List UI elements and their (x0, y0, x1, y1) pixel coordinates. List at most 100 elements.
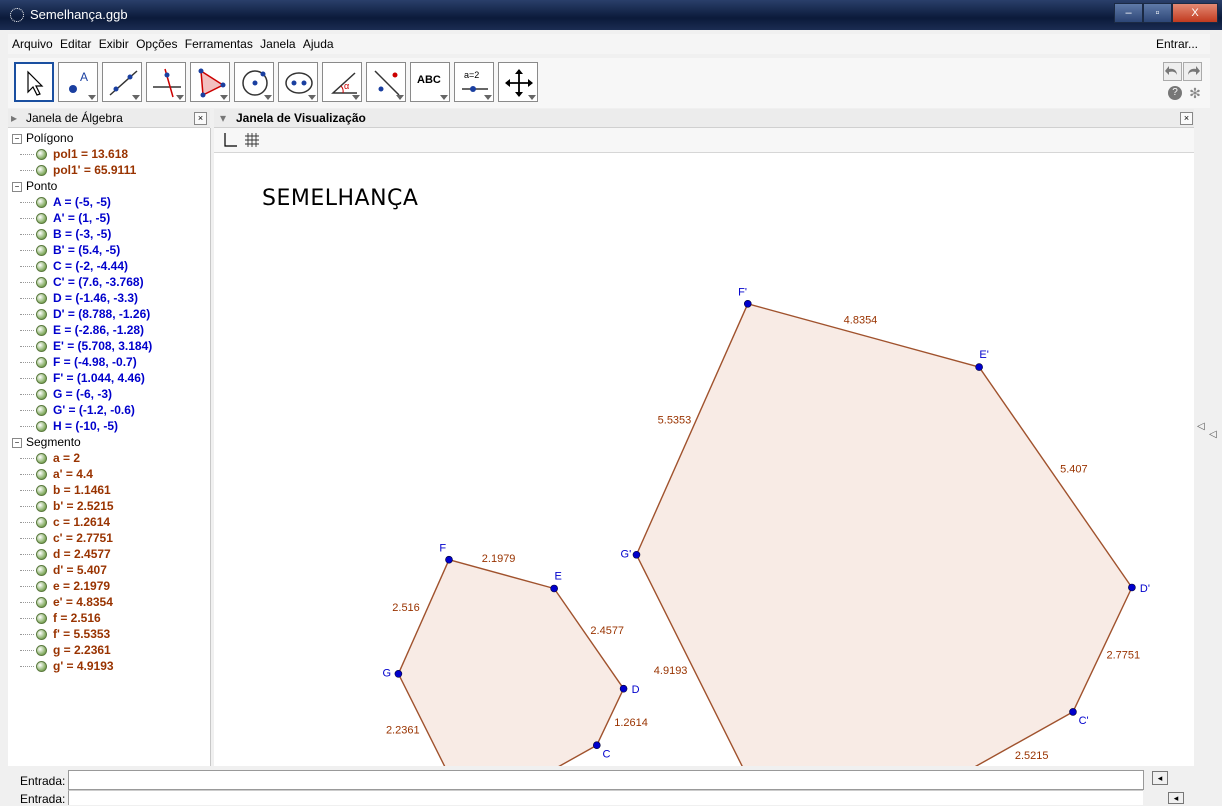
list-item[interactable]: e' = 4.8354 (20, 595, 113, 611)
visibility-toggle-icon[interactable] (36, 405, 47, 417)
list-item[interactable]: B = (-3, -5) (20, 227, 111, 243)
segment-length-label[interactable]: 2.7751 (1106, 650, 1140, 662)
segment-length-label[interactable]: 5.5353 (658, 415, 692, 427)
segment-length-label[interactable]: 2.516 (392, 602, 420, 614)
input-field[interactable] (68, 770, 1144, 790)
visibility-toggle-icon[interactable] (36, 341, 47, 353)
menu-exibir[interactable]: Exibir (99, 34, 129, 54)
visibility-toggle-icon[interactable] (36, 645, 47, 657)
point-label[interactable]: G' (621, 548, 632, 560)
point-label[interactable]: C' (1079, 715, 1089, 727)
list-item[interactable]: b' = 2.5215 (20, 499, 114, 515)
visibility-toggle-icon[interactable] (36, 261, 47, 273)
visibility-toggle-icon[interactable] (36, 373, 47, 385)
polygon-fill-2[interactable] (636, 303, 1132, 766)
algebra-close-icon[interactable]: × (194, 112, 207, 125)
visibility-toggle-icon[interactable] (36, 357, 47, 369)
menu-ferramentas[interactable]: Ferramentas (185, 34, 253, 54)
point-C-prime[interactable] (1069, 708, 1077, 716)
expand-triangle-icon[interactable]: ▸ (11, 111, 17, 125)
visibility-toggle-icon[interactable] (36, 229, 47, 241)
point-label[interactable]: C (602, 749, 610, 761)
list-item[interactable]: A = (-5, -5) (20, 195, 111, 211)
list-item[interactable]: E = (-2.86, -1.28) (20, 323, 144, 339)
collapse-icon[interactable]: − (12, 437, 22, 448)
segment-length-label[interactable]: 1.2614 (614, 717, 648, 729)
point-label[interactable]: G (382, 667, 391, 679)
login-link[interactable]: Entrar... (1156, 34, 1198, 54)
geometry-canvas[interactable]: 21.14611.26142.45772.19792.5162.23614.42… (214, 153, 1194, 766)
polygon-tool-button[interactable] (190, 62, 230, 102)
reflect-tool-button[interactable] (366, 62, 406, 102)
keyboard-icon[interactable]: ◂ (1168, 792, 1184, 804)
perpendicular-tool-button[interactable] (146, 62, 186, 102)
list-item[interactable]: C' = (7.6, -3.768) (20, 275, 144, 291)
segment-length-label[interactable]: 4.9193 (654, 665, 688, 677)
point-G[interactable] (394, 669, 403, 678)
list-item[interactable]: f' = 5.5353 (20, 627, 110, 643)
segment-length-label[interactable]: 2.4577 (590, 625, 624, 637)
graphics-close-icon[interactable]: × (1180, 112, 1193, 125)
visibility-toggle-icon[interactable] (36, 565, 47, 577)
move-tool-button[interactable] (14, 62, 54, 102)
list-item[interactable]: F' = (1.044, 4.46) (20, 371, 145, 387)
axes-toggle-icon[interactable] (222, 132, 238, 148)
point-label[interactable]: F (439, 542, 446, 554)
close-button[interactable]: X (1172, 3, 1218, 23)
point-D-prime[interactable] (1128, 583, 1136, 592)
point-E-prime[interactable] (975, 363, 983, 371)
visibility-toggle-icon[interactable] (36, 469, 47, 481)
visibility-toggle-icon[interactable] (36, 309, 47, 321)
undo-button[interactable] (1163, 62, 1182, 81)
point-C[interactable] (592, 741, 601, 750)
list-item[interactable]: F = (-4.98, -0.7) (20, 355, 137, 371)
gear-icon[interactable]: ✻ (1188, 86, 1202, 100)
heading-text[interactable]: SEMELHANÇA (262, 186, 418, 211)
visibility-toggle-icon[interactable] (36, 213, 47, 225)
visibility-toggle-icon[interactable] (36, 325, 47, 337)
text-tool-button[interactable]: ABC (410, 62, 450, 102)
visibility-toggle-icon[interactable] (36, 245, 47, 257)
list-item[interactable]: g' = 4.9193 (20, 659, 114, 675)
visibility-toggle-icon[interactable] (36, 453, 47, 465)
segment-length-label[interactable]: 5.407 (1060, 463, 1088, 475)
list-item[interactable]: a = 2 (20, 451, 80, 467)
expand-right-icon[interactable]: ◁ (1209, 429, 1217, 440)
list-item[interactable]: g = 2.2361 (20, 643, 111, 659)
visibility-toggle-icon[interactable] (36, 165, 47, 177)
visibility-toggle-icon[interactable] (36, 597, 47, 609)
expand-left-icon[interactable]: ◁ (1197, 421, 1205, 432)
visibility-toggle-icon[interactable] (36, 629, 47, 641)
segment-length-label[interactable]: 2.5215 (1015, 750, 1049, 762)
point-G-prime[interactable] (632, 550, 641, 559)
point-D[interactable] (619, 684, 628, 693)
list-item[interactable]: G' = (-1.2, -0.6) (20, 403, 135, 419)
menu-janela[interactable]: Janela (260, 34, 295, 54)
segment-length-label[interactable]: 2.1979 (482, 553, 516, 565)
group-poligono[interactable]: − Polígono (12, 131, 73, 145)
maximize-button[interactable]: ▫ (1143, 3, 1172, 23)
list-item[interactable]: D' = (8.788, -1.26) (20, 307, 150, 323)
visibility-toggle-icon[interactable] (36, 613, 47, 625)
minimize-button[interactable]: – (1114, 3, 1143, 23)
circle-tool-button[interactable] (234, 62, 274, 102)
list-item[interactable]: a' = 4.4 (20, 467, 93, 483)
keyboard-icon[interactable]: ◂ (1152, 771, 1168, 785)
visibility-toggle-icon[interactable] (36, 501, 47, 513)
list-item[interactable]: b = 1.1461 (20, 483, 111, 499)
redo-button[interactable] (1183, 62, 1202, 81)
menu-arquivo[interactable]: Arquivo (12, 34, 53, 54)
list-item[interactable]: G = (-6, -3) (20, 387, 112, 403)
point-label[interactable]: D' (1140, 583, 1150, 595)
visibility-toggle-icon[interactable] (36, 661, 47, 673)
point-F-prime[interactable] (743, 299, 752, 308)
graphics-view[interactable]: 21.14611.26142.45772.19792.5162.23614.42… (214, 153, 1194, 766)
list-item[interactable]: D = (-1.46, -3.3) (20, 291, 138, 307)
visibility-toggle-icon[interactable] (36, 277, 47, 289)
segment-length-label[interactable]: 4.8354 (844, 315, 878, 327)
menu-ajuda[interactable]: Ajuda (303, 34, 334, 54)
list-item[interactable]: C = (-2, -4.44) (20, 259, 128, 275)
input-field-duplicate[interactable] (68, 790, 1143, 805)
angle-tool-button[interactable]: α (322, 62, 362, 102)
group-ponto[interactable]: − Ponto (12, 179, 57, 193)
